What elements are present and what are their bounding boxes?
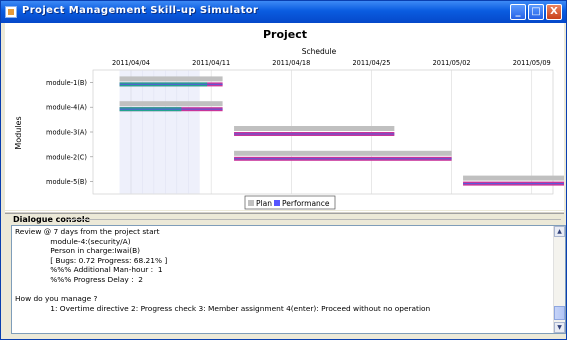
module-label: module-1(B) <box>46 79 87 87</box>
close-button[interactable]: X <box>546 4 562 20</box>
module-label: module-2(C) <box>46 153 87 161</box>
split-pane-divider[interactable] <box>5 211 564 214</box>
console-scrollbar[interactable]: ▲ ▼ <box>553 226 565 333</box>
current-week-highlight <box>119 70 200 194</box>
module-label: module-5(B) <box>46 178 87 186</box>
plan-bar <box>234 150 452 156</box>
scroll-up-button[interactable]: ▲ <box>554 226 565 237</box>
x-axis-tick-labels: 2011/04/04 2011/04/11 2011/04/18 2011/04/25… <box>112 59 551 67</box>
y-axis-label: Modules <box>14 116 23 149</box>
x-tick-label: 2011/04/18 <box>272 59 310 67</box>
chart-subtitle: Schedule <box>302 47 337 56</box>
console-line: How do you manage ? <box>15 294 98 304</box>
legend-performance-label: Performance <box>282 199 330 208</box>
application-window: Project Management Skill-up Simulator _ … <box>0 0 567 340</box>
console-line: [ Bugs: 0.72 Progress: 68.21% ] <box>15 255 168 265</box>
scroll-down-button[interactable]: ▼ <box>554 322 565 333</box>
console-text[interactable]: Review @ 7 days from the project start m… <box>15 227 551 332</box>
console-line: module-4:(security/A) <box>15 236 131 246</box>
module-labels: module-1(B) module-4(A) module-3(A) module-… <box>46 79 93 186</box>
console-line: Person in charge:Iwai(B) <box>15 246 141 256</box>
gantt-chart: Project Schedule 2011/04/04 2011/04/11 201… <box>14 28 564 210</box>
legend-plan-label: Plan <box>256 199 272 208</box>
plan-bar <box>463 175 564 181</box>
dialogue-console[interactable]: Review @ 7 days from the project start m… <box>11 225 566 334</box>
module-label: module-4(A) <box>46 104 87 112</box>
x-tick-label: 2011/04/11 <box>192 59 230 67</box>
console-line: Review @ 7 days from the project start <box>15 227 160 236</box>
plan-bar <box>119 101 223 107</box>
plan-bar <box>234 126 395 131</box>
app-icon <box>5 6 17 18</box>
minimize-button[interactable]: _ <box>510 4 526 20</box>
maximize-button[interactable]: □ <box>528 4 544 20</box>
console-line: %%% Additional Man-hour : 1 <box>15 265 163 275</box>
performance-stripe <box>234 133 395 135</box>
gantt-chart-panel: Project Schedule 2011/04/04 2011/04/11 201… <box>5 23 564 210</box>
x-tick-label: 2011/05/09 <box>513 59 551 67</box>
scroll-thumb[interactable] <box>554 306 565 320</box>
module-label: module-3(A) <box>46 129 87 137</box>
legend-plan-swatch <box>248 200 254 206</box>
console-line: 1: Overtime directive 2: Progress check … <box>15 303 431 313</box>
performance-stripe <box>234 158 452 160</box>
progress-stripe <box>119 83 208 85</box>
x-tick-label: 2011/04/04 <box>112 59 150 67</box>
window-title: Project Management Skill-up Simulator <box>22 5 259 16</box>
chart-legend: Plan Performance <box>244 195 336 210</box>
legend-performance-swatch <box>274 200 280 206</box>
progress-stripe <box>119 108 182 110</box>
x-tick-label: 2011/04/25 <box>352 59 390 67</box>
chart-title: Project <box>263 28 307 41</box>
plan-bar <box>119 76 223 82</box>
title-bar[interactable]: Project Management Skill-up Simulator _ … <box>1 1 566 23</box>
x-tick-label: 2011/05/02 <box>433 59 471 67</box>
performance-stripe <box>463 183 564 185</box>
console-separator <box>67 219 561 220</box>
console-line: %%% Progress Delay : 2 <box>15 274 143 284</box>
